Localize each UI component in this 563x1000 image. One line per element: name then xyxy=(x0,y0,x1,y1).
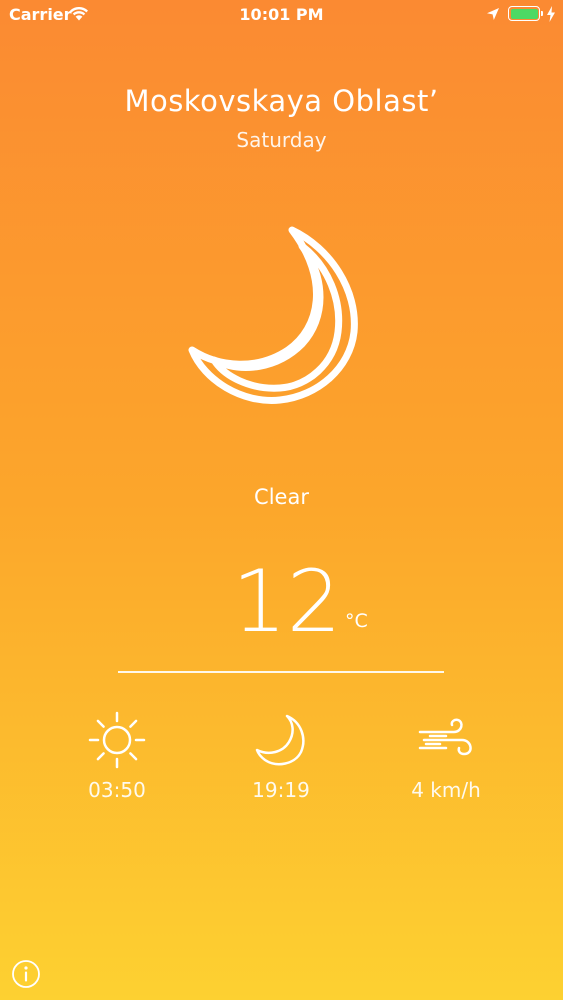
sunrise-detail: 03:50 xyxy=(47,710,187,802)
wind-speed: 4 km/h xyxy=(411,778,481,802)
battery-cap xyxy=(541,11,543,16)
sunrise-time: 03:50 xyxy=(88,778,146,802)
wind-detail: 4 km/h xyxy=(376,710,516,802)
condition-label: Clear xyxy=(254,485,309,509)
day-label: Saturday xyxy=(236,128,327,152)
battery-level xyxy=(510,8,538,19)
location-arrow-icon xyxy=(487,8,499,20)
wind-icon xyxy=(418,718,472,756)
sun-icon xyxy=(88,711,146,769)
status-time: 10:01 PM xyxy=(239,5,324,24)
temperature-block: 12 °C xyxy=(0,552,563,652)
moon-icon xyxy=(255,714,305,766)
sunset-detail: 19:19 xyxy=(211,710,351,802)
status-bar: Carrier 10:01 PM xyxy=(0,0,563,30)
charging-bolt-icon xyxy=(547,6,555,22)
sunset-time: 19:19 xyxy=(252,778,310,802)
temperature-unit: °C xyxy=(345,610,368,632)
info-icon[interactable] xyxy=(11,959,41,989)
location-title: Moskovskaya Oblast’ xyxy=(124,84,439,118)
battery-icon xyxy=(508,6,540,21)
moon-icon xyxy=(188,226,358,404)
divider-line xyxy=(118,671,444,673)
temperature-value: 12 xyxy=(232,552,342,652)
weather-screen: Carrier 10:01 PM Moskovskaya Oblast’ Sat… xyxy=(0,0,563,1000)
